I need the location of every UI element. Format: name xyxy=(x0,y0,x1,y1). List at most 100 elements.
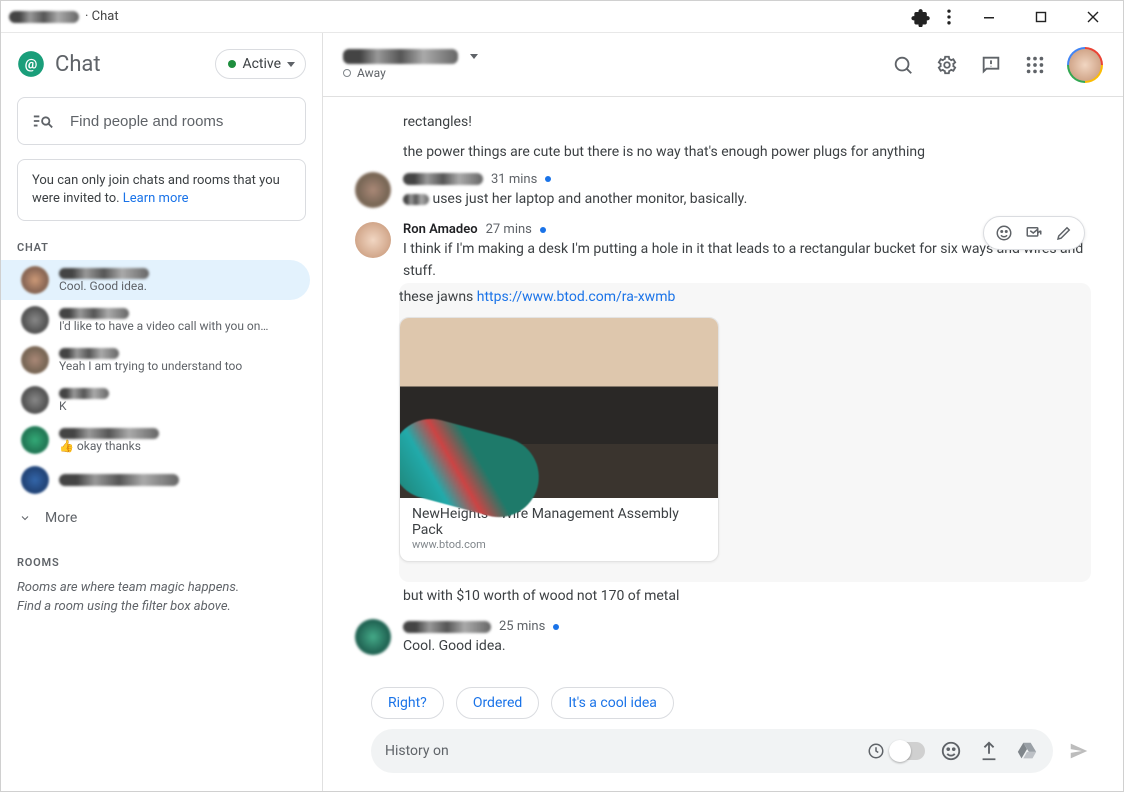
message-text: Cool. Good idea. xyxy=(403,634,1091,658)
compose-input[interactable]: History on xyxy=(371,729,1053,773)
conversation-name-redacted xyxy=(343,49,458,64)
chat-list-item[interactable]: Cool. Good idea. xyxy=(1,260,310,300)
smart-reply-row: Right? Ordered It's a cool idea xyxy=(323,681,1123,723)
window-minimize-button[interactable] xyxy=(967,3,1011,31)
message-timestamp: 31 mins xyxy=(491,172,537,187)
conversation-panel: Away rectangles! the power things are cu… xyxy=(323,33,1123,791)
message-text-redacted xyxy=(403,194,429,205)
message-text: uses just her laptop and another monitor… xyxy=(403,187,1091,211)
message-link[interactable]: https://www.btod.com/ra-xwmb xyxy=(477,289,676,305)
avatar xyxy=(355,619,391,655)
smart-reply-chip[interactable]: It's a cool idea xyxy=(551,687,674,719)
window-maximize-button[interactable] xyxy=(1019,3,1063,31)
chat-list-item[interactable]: I'd like to have a video call with you o… xyxy=(13,300,310,340)
sidebar: @ Chat Active You can only join c xyxy=(1,33,323,791)
message: Ron Amadeo 27 mins I think if I'm making… xyxy=(355,222,1091,607)
chat-list-preview: Yeah I am trying to understand too xyxy=(59,359,242,373)
send-button[interactable] xyxy=(1067,739,1091,763)
upload-icon[interactable] xyxy=(977,739,1001,763)
message-text: the power things are cute but there is n… xyxy=(403,141,1091,163)
message-sender-redacted xyxy=(403,621,491,633)
avatar xyxy=(21,466,49,494)
smart-reply-chip[interactable]: Right? xyxy=(371,687,444,719)
gear-icon[interactable] xyxy=(935,53,959,77)
chat-list-preview: 👍 okay thanks xyxy=(59,439,159,453)
chat-list-preview: K xyxy=(59,399,109,413)
svg-text:@: @ xyxy=(25,57,38,73)
message-text: rectangles! xyxy=(403,111,1091,133)
edit-icon[interactable] xyxy=(1054,223,1074,243)
message-text: these jawns https://www.btod.com/ra-xwmb xyxy=(399,285,1079,309)
extensions-icon[interactable] xyxy=(911,7,931,27)
window-close-button[interactable] xyxy=(1071,3,1115,31)
message: 25 mins Cool. Good idea. xyxy=(355,619,1091,658)
chat-list-name-redacted xyxy=(59,308,129,319)
history-toggle-switch[interactable] xyxy=(889,742,925,760)
compose-placeholder: History on xyxy=(385,743,855,759)
search-list-icon xyxy=(32,110,54,132)
search-icon[interactable] xyxy=(891,53,915,77)
kebab-icon[interactable] xyxy=(939,7,959,27)
unread-dot-icon xyxy=(545,176,551,182)
unread-dot-icon xyxy=(553,624,559,630)
avatar xyxy=(21,426,49,454)
apps-grid-icon[interactable] xyxy=(1023,53,1047,77)
clock-icon xyxy=(867,742,885,760)
feedback-icon[interactable] xyxy=(979,53,1003,77)
chat-section-label: CHAT xyxy=(13,235,310,260)
conversation-name-button[interactable] xyxy=(343,49,478,64)
presence-status-button[interactable]: Active xyxy=(215,49,306,79)
chat-list-item[interactable]: K xyxy=(13,380,310,420)
sidebar-search-field[interactable] xyxy=(68,112,291,131)
window-title-suffix: · Chat xyxy=(85,9,119,24)
link-preview-image xyxy=(400,318,718,498)
chevron-down-icon xyxy=(287,62,295,67)
link-preview-domain: www.btod.com xyxy=(412,538,706,551)
presence-status-label: Active xyxy=(242,56,281,72)
message-timestamp: 27 mins xyxy=(486,222,532,237)
window-titlebar: · Chat xyxy=(1,1,1123,33)
chevron-down-icon xyxy=(470,54,478,59)
chat-list-item[interactable] xyxy=(13,460,310,500)
message-sender-redacted xyxy=(403,173,483,185)
chat-list-name-redacted xyxy=(59,388,109,399)
chat-list-name-redacted xyxy=(59,268,149,279)
message-text: but with $10 worth of wood not 170 of me… xyxy=(403,582,1091,608)
smart-reply-chip[interactable]: Ordered xyxy=(456,687,540,719)
rooms-hint: Rooms are where team magic happens. Find… xyxy=(13,575,310,619)
link-preview-card[interactable]: NewHeights™ Wire Management Assembly Pac… xyxy=(399,317,719,562)
presence-dot-icon xyxy=(228,60,236,68)
account-avatar[interactable] xyxy=(1067,47,1103,83)
message-hover-actions xyxy=(983,216,1085,250)
chat-list-item[interactable]: 👍 okay thanks xyxy=(13,420,310,460)
rooms-section-label: ROOMS xyxy=(13,550,310,575)
chat-logo-icon: @ xyxy=(17,50,45,78)
message-sender-name: Ron Amadeo xyxy=(403,222,478,237)
window-title-redacted xyxy=(9,11,79,23)
chat-list-name-redacted xyxy=(59,348,119,359)
history-toggle[interactable] xyxy=(867,742,925,760)
forward-icon[interactable] xyxy=(1024,223,1044,243)
chat-list-preview: Cool. Good idea. xyxy=(59,279,149,293)
chevron-down-icon xyxy=(19,512,31,524)
drive-icon[interactable] xyxy=(1015,739,1039,763)
emoji-react-icon[interactable] xyxy=(994,223,1014,243)
chat-list-name-redacted xyxy=(59,474,179,486)
presence-away-icon xyxy=(343,69,351,77)
message-thread[interactable]: rectangles! the power things are cute bu… xyxy=(323,97,1123,681)
message: 31 mins uses just her laptop and another… xyxy=(355,172,1091,211)
avatar xyxy=(21,306,49,334)
app-brand-text: Chat xyxy=(55,52,101,77)
emoji-icon[interactable] xyxy=(939,739,963,763)
invite-only-notice: You can only join chats and rooms that y… xyxy=(17,159,306,221)
notice-learn-more-link[interactable]: Learn more xyxy=(123,191,189,206)
chat-more-toggle[interactable]: More xyxy=(13,500,310,530)
chat-list-name-redacted xyxy=(59,428,159,439)
link-preview-title: NewHeights™ Wire Management Assembly Pac… xyxy=(412,506,706,538)
sidebar-search-input[interactable] xyxy=(17,97,306,145)
chat-list-preview: I'd like to have a video call with you o… xyxy=(59,319,269,333)
chat-list-item[interactable]: Yeah I am trying to understand too xyxy=(13,340,310,380)
avatar xyxy=(355,222,391,258)
avatar xyxy=(21,386,49,414)
presence-away-label: Away xyxy=(357,66,386,80)
